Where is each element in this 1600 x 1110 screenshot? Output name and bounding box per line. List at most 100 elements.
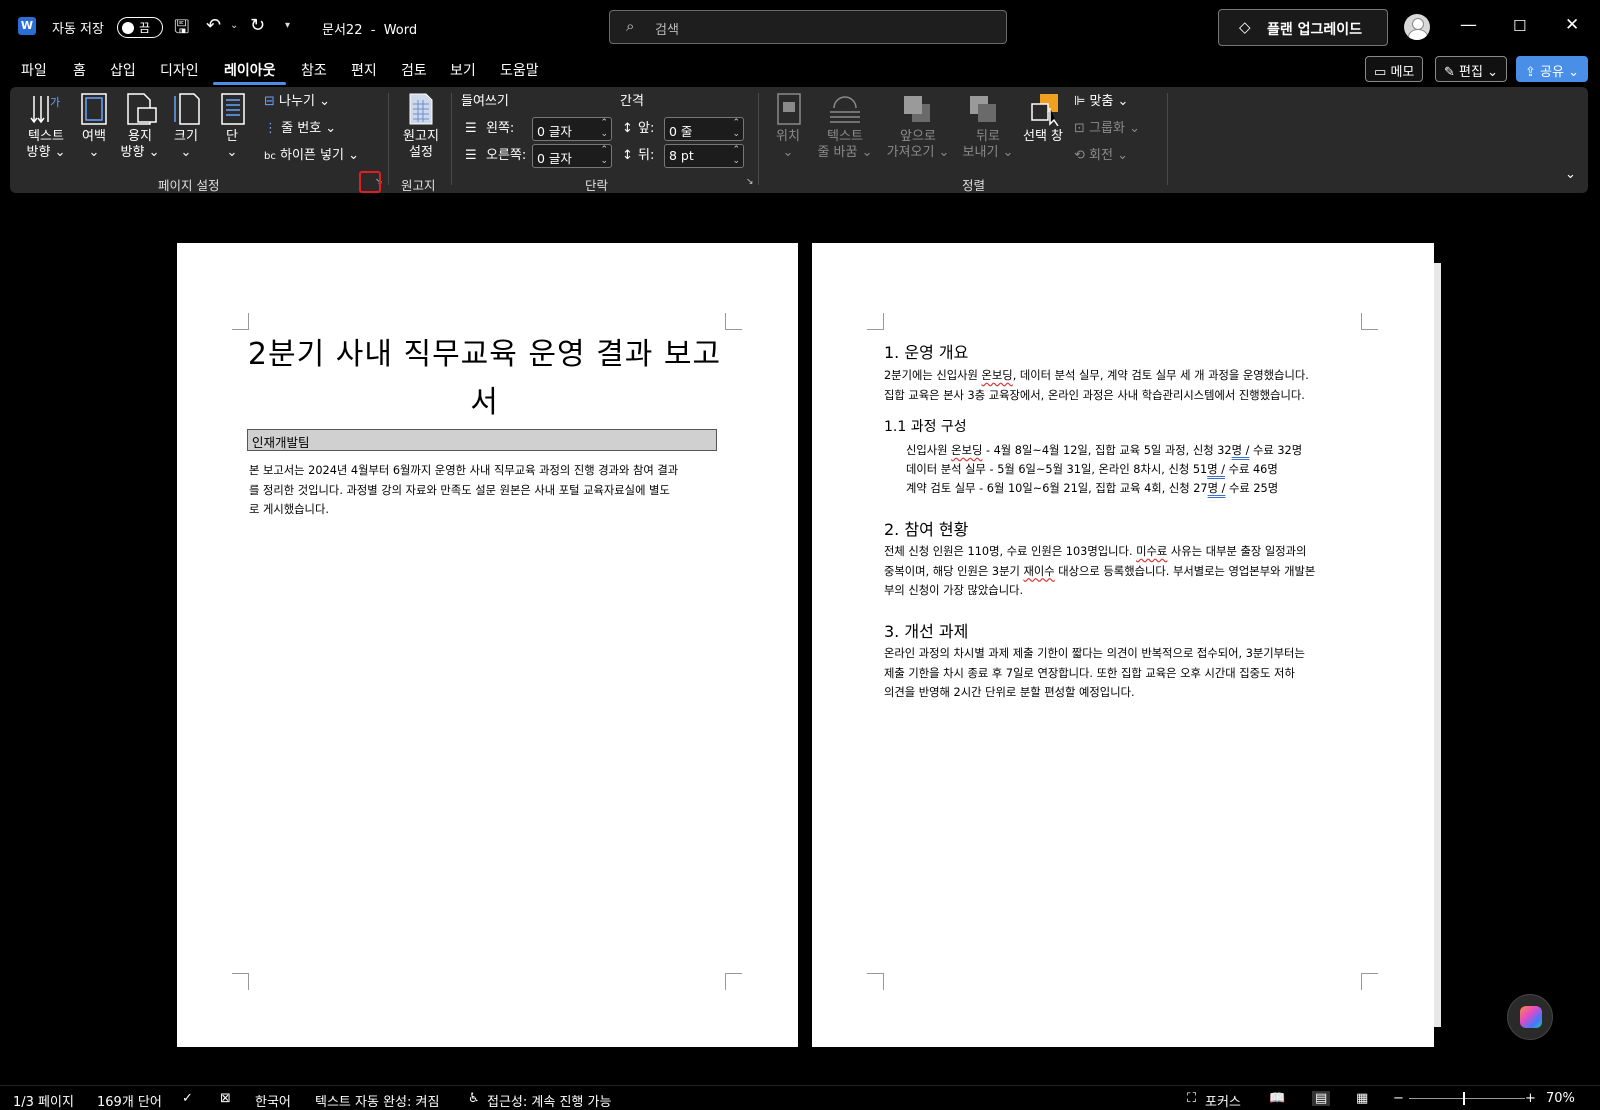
tab-layout[interactable]: 레이아웃 [224, 60, 276, 80]
grammar-mark[interactable]: 명 / [1208, 482, 1226, 495]
zoom-slider[interactable] [1409, 1098, 1525, 1099]
author-field[interactable]: 인재개발팀 [247, 429, 717, 451]
undo-dropdown-icon[interactable]: ⌄ [230, 20, 238, 31]
text-prediction[interactable]: 텍스트 자동 완성: 켜짐 [315, 1091, 439, 1110]
spellcheck-word[interactable]: 미수료 [1136, 545, 1167, 558]
size-button[interactable]: 크기 ⌄ [170, 129, 202, 161]
save-icon[interactable]: 🖫 [174, 15, 189, 45]
copilot-button[interactable] [1507, 994, 1553, 1040]
margins-button[interactable]: 여백 ⌄ [76, 129, 112, 161]
rotate-button[interactable]: ⟲ 회전 ⌄ [1074, 148, 1128, 164]
tab-help[interactable]: 도움말 [500, 60, 539, 80]
web-layout-icon[interactable]: ▦ [1356, 1091, 1368, 1106]
tab-view[interactable]: 보기 [450, 60, 476, 80]
spacing-before-input[interactable]: 0 줄 ⌃ ⌄ [664, 117, 744, 141]
selection-pane-button[interactable]: 선택 창 [1020, 129, 1066, 145]
autosave-toggle[interactable]: 끔 [117, 17, 163, 38]
page-1[interactable]: 2분기 사내 직무교육 운영 결과 보고 서 인재개발팀 본 보고서는 2024… [177, 243, 798, 1047]
tab-references[interactable]: 참조 [301, 60, 327, 80]
indent-right-input[interactable]: 0 글자 ⌃ ⌄ [532, 144, 612, 168]
spacing-after-input[interactable]: 8 pt ⌃ ⌄ [664, 144, 744, 168]
minimize-icon[interactable]: — [1460, 15, 1477, 35]
spellcheck-word[interactable]: 온보딩 [951, 444, 982, 457]
spellcheck-word[interactable]: 재이수 [1023, 565, 1054, 578]
chevron-down-icon: ⌄ [1568, 65, 1580, 80]
spellcheck-word[interactable]: 온보딩 [982, 369, 1013, 382]
search-box[interactable]: ⌕ 검색 [609, 10, 1007, 44]
zoom-slider-thumb[interactable] [1463, 1092, 1465, 1105]
bring-forward-button[interactable]: 앞으로 가져오기 ⌄ [882, 129, 954, 161]
group-icon: ⊡ [1074, 121, 1085, 136]
orientation-button[interactable]: 용지 방향 ⌄ [120, 129, 160, 161]
columns-button[interactable]: 단 ⌄ [218, 129, 246, 161]
hyphenation-button[interactable]: bc 하이픈 넣기 ⌄ [264, 148, 359, 165]
paragraph-launcher-icon[interactable]: ↘ [746, 177, 754, 187]
paragraph-group-label: 단락 [585, 178, 609, 193]
tab-review[interactable]: 검토 [401, 60, 427, 80]
text-run: 대상으로 등록했습니다. 부서별로는 영업본부와 개발본 [1054, 564, 1316, 578]
text-direction-button[interactable]: 텍스트 방향 ⌄ [24, 129, 68, 161]
align-button[interactable]: ⊫ 맞춤 ⌄ [1074, 94, 1128, 110]
indent-left-input[interactable]: 0 글자 ⌃ ⌄ [532, 117, 612, 141]
tab-home[interactable]: 홈 [73, 60, 86, 80]
breaks-button[interactable]: ⊟ 나누기 ⌄ [264, 94, 330, 110]
menu-bar: 파일 홈 삽입 디자인 레이아웃 참조 편지 검토 보기 도움말 ▭ 메모 ✎ … [0, 54, 1600, 86]
group-divider [1167, 93, 1168, 185]
spacing-before-label: 앞: [638, 121, 655, 136]
grammar-mark[interactable]: 명 / [1207, 463, 1225, 476]
tab-design[interactable]: 디자인 [160, 60, 199, 80]
grammar-mark[interactable]: 명 / [1232, 444, 1250, 457]
margin-corner [1361, 313, 1378, 330]
indent-left-icon: ☰ [465, 121, 477, 136]
upgrade-plan-button[interactable]: ◇ 플랜 업그레이드 [1218, 9, 1388, 46]
language[interactable]: 한국어 [255, 1091, 291, 1110]
customize-toolbar-icon[interactable]: ▾ [285, 20, 290, 31]
page-2[interactable]: 1. 운영 개요 2분기에는 신입사원 온보딩, 데이터 분석 실무, 계약 검… [812, 243, 1434, 1047]
avatar[interactable] [1404, 14, 1430, 40]
focus-icon[interactable]: ⛶ [1187, 1091, 1196, 1106]
close-icon[interactable]: ✕ [1565, 15, 1579, 35]
line-numbers-button[interactable]: ⋮ 줄 번호 ⌄ [264, 121, 336, 137]
position-button[interactable]: 위치 ⌄ [770, 129, 806, 161]
manuscript-label-1: 원고지 [403, 129, 439, 144]
page-count[interactable]: 1/3 페이지 [13, 1091, 74, 1110]
memo-button[interactable]: ▭ 메모 [1365, 56, 1424, 82]
undo-icon[interactable]: ↶ [206, 15, 221, 36]
track-changes-icon[interactable]: ⊠ [220, 1091, 231, 1106]
text-line: 온라인 과정의 차시별 과제 제출 기한이 짧다는 의견이 반복적으로 접수되어… [884, 647, 1305, 660]
spin-arrows-icon[interactable]: ⌃ ⌄ [600, 118, 608, 140]
spin-arrows-icon[interactable]: ⌃ ⌄ [732, 145, 740, 167]
zoom-level[interactable]: 70% [1546, 1091, 1575, 1106]
text-run: 신입사원 [906, 444, 952, 457]
redo-icon[interactable]: ↻ [250, 15, 265, 36]
word-count[interactable]: 169개 단어 [97, 1091, 162, 1110]
spacing-after-value: 8 pt [669, 148, 694, 163]
group-button[interactable]: ⊡ 그룹화 ⌄ [1074, 121, 1140, 137]
zoom-out-icon[interactable]: − [1393, 1091, 1404, 1106]
accessibility-status[interactable]: 접근성: 계속 진행 가능 [487, 1091, 611, 1110]
tab-insert[interactable]: 삽입 [110, 60, 136, 80]
maximize-icon[interactable]: ☐ [1513, 17, 1526, 35]
line-numbers-label: 줄 번호 [281, 121, 322, 136]
tab-file[interactable]: 파일 [21, 60, 47, 80]
share-button[interactable]: ⇪ 공유 ⌄ [1516, 56, 1589, 82]
wrap-text-button[interactable]: 텍스트 줄 바꿈 ⌄ [812, 129, 878, 161]
read-mode-icon[interactable]: 📖 [1269, 1091, 1285, 1106]
proofing-icon[interactable]: ✓ [182, 1091, 193, 1106]
collapse-ribbon-icon[interactable]: ⌄ [1565, 167, 1576, 183]
manuscript-settings-button[interactable]: 원고지 설정 [396, 129, 446, 161]
send-backward-button[interactable]: 뒤로 보내기 ⌄ [958, 129, 1018, 161]
spin-arrows-icon[interactable]: ⌃ ⌄ [600, 145, 608, 167]
accessibility-icon[interactable]: ♿ [468, 1091, 480, 1106]
heading-participation: 2. 참여 현황 [884, 520, 969, 539]
focus-mode[interactable]: 포커스 [1205, 1091, 1241, 1110]
spin-arrows-icon[interactable]: ⌃ ⌄ [732, 118, 740, 140]
ribbon: 가 텍스트 방향 ⌄ 여백 ⌄ 용지 방향 ⌄ 크기 ⌄ 단 ⌄ ⊟ 나누기 ⌄… [10, 87, 1588, 193]
text-run: 계약 검토 실무 - 6월 10일~6월 21일, 집합 교육 4회, 신청 2… [906, 482, 1208, 495]
paragraph-participation: 전체 신청 인원은 110명, 수료 인원은 103명입니다. 미수료 사유는 … [884, 542, 1356, 601]
print-layout-icon[interactable]: ▤ [1312, 1091, 1331, 1106]
search-placeholder: 검색 [655, 23, 679, 38]
zoom-in-icon[interactable]: + [1525, 1091, 1536, 1106]
edit-mode-button[interactable]: ✎ 편집 ⌄ [1435, 56, 1508, 82]
tab-mailings[interactable]: 편지 [351, 60, 377, 80]
